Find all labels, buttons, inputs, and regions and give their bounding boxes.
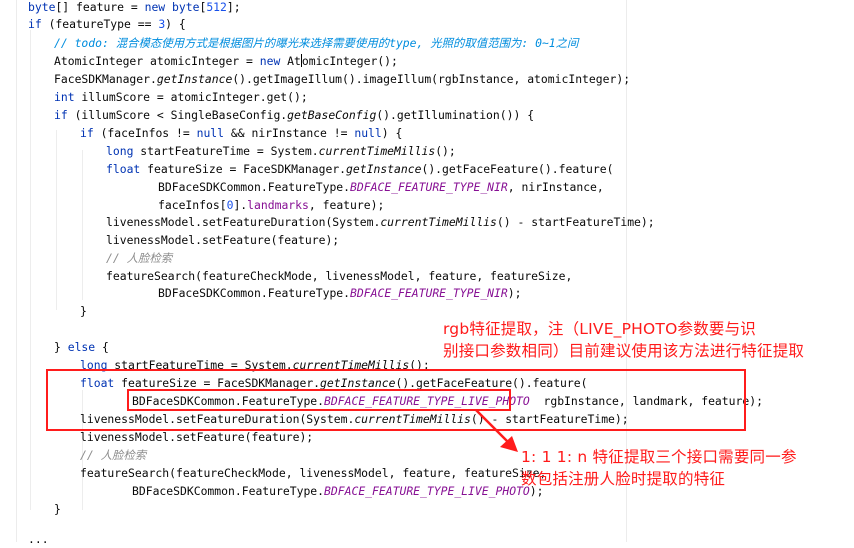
annotation-note-bottom: 1: 1 1: n 特征提取三个接口需要同一参 数包括注册人脸时提取的特征: [521, 448, 797, 488]
annotation-note-top: rgb特征提取，注（LIVE_PHOTO参数要与识 别接口参数相同）目前建议使用…: [443, 320, 805, 360]
code-editor[interactable]: byte[] feature = new byte[512]; if (featu…: [0, 0, 854, 546]
